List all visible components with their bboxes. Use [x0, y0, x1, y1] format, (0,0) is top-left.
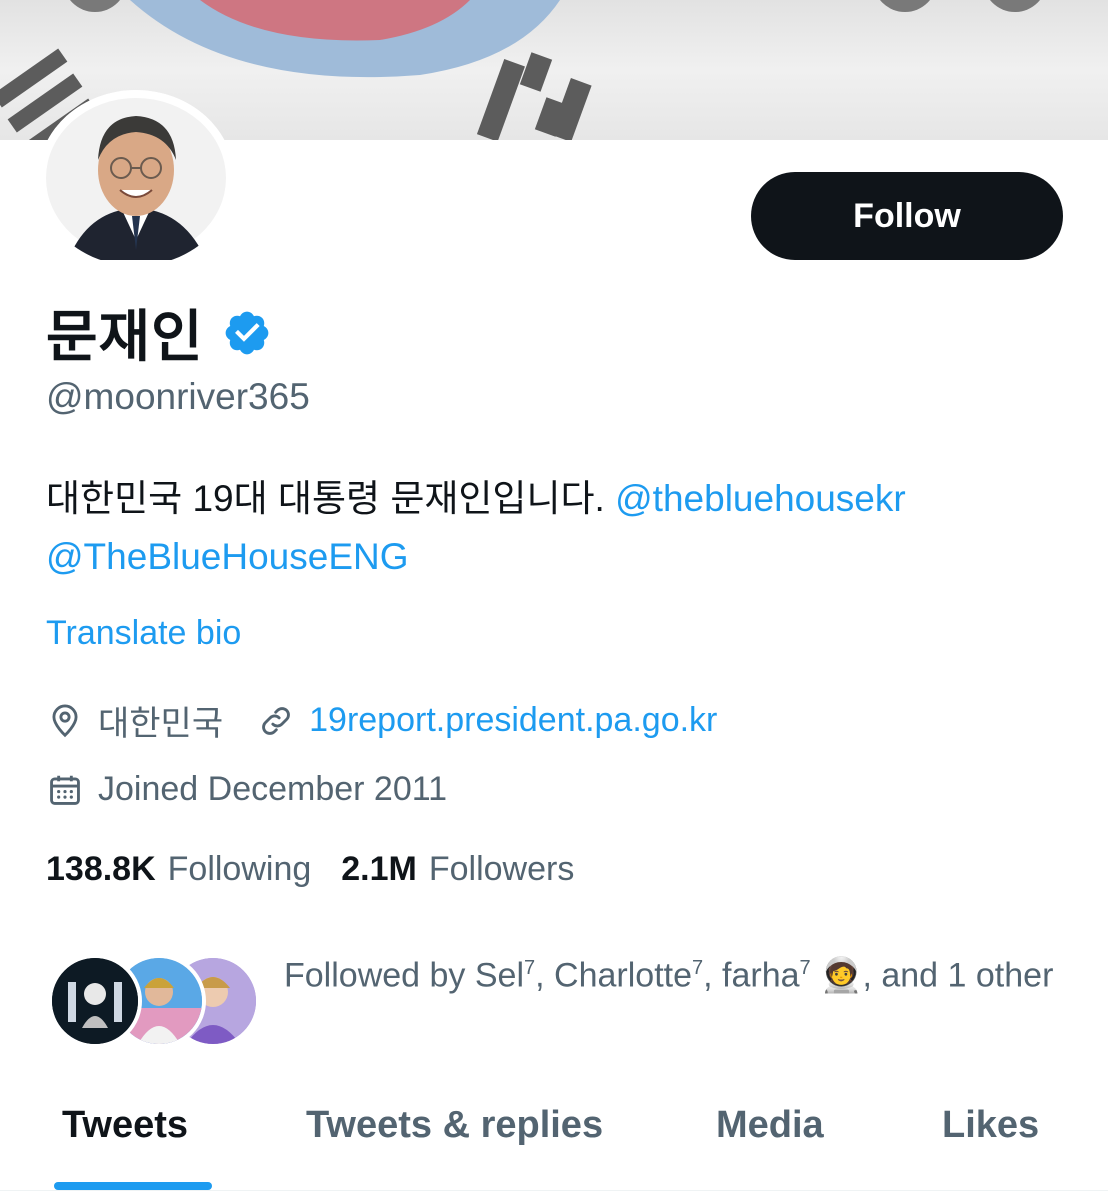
following-label: Following — [167, 850, 312, 888]
followers-link[interactable]: 2.1M Followers — [341, 850, 574, 889]
profile-name-row: 문재인 — [46, 292, 272, 373]
follower-name-superscript: 7 — [524, 957, 536, 979]
display-name: 문재인 — [46, 305, 204, 368]
followed-by-prefix: Followed by — [284, 956, 475, 995]
tab-media[interactable]: Media — [716, 1104, 824, 1147]
avatar-photo-image — [38, 90, 234, 266]
bio-text: 대한민국 19대 대통령 문재인입니다. — [46, 478, 616, 519]
active-tab-indicator — [54, 1182, 212, 1190]
verified-badge-icon[interactable] — [222, 308, 272, 358]
location-text: 대한민국 — [98, 705, 224, 743]
follower-name: Sel — [474, 956, 525, 995]
follower-name-superscript: 7 — [692, 957, 704, 979]
profile-avatar[interactable] — [38, 90, 234, 266]
follow-button[interactable]: Follow — [751, 172, 1063, 260]
following-count: 138.8K — [46, 850, 156, 888]
followed-by-text[interactable]: Followed by Sel7, Charlotte7, farha7 🧑‍🚀… — [284, 942, 1064, 1002]
astronaut-emoji-icon: 🧑‍🚀 — [820, 956, 863, 995]
follower-name: Charlotte — [554, 956, 693, 995]
avatar — [48, 954, 142, 1048]
follow-counts: 138.8K Following 2.1M Followers — [46, 850, 604, 889]
follower-avatar-image — [52, 958, 138, 1044]
followers-count: 2.1M — [341, 850, 417, 888]
tab-tweets[interactable]: Tweets — [62, 1104, 188, 1147]
avatar — [38, 90, 234, 266]
joined-date: Joined December 2011 — [98, 770, 448, 808]
location-pin-icon — [52, 704, 78, 737]
calendar-icon — [50, 775, 80, 805]
tabs-divider — [0, 1190, 1108, 1191]
joined-row: Joined December 2011 — [46, 770, 447, 809]
bio-mention-link[interactable]: @thebluehousekr — [615, 478, 906, 519]
tab-likes[interactable]: Likes — [942, 1104, 1039, 1147]
profile-bio: 대한민국 19대 대통령 문재인입니다. @thebluehousekr @Th… — [46, 470, 1056, 586]
followed-by-suffix: , and 1 other — [862, 956, 1054, 995]
following-link[interactable]: 138.8K Following — [46, 850, 311, 889]
bio-mention-link[interactable]: @TheBlueHouseENG — [46, 536, 409, 577]
link-icon — [262, 706, 290, 735]
tab-tweets-replies[interactable]: Tweets & replies — [306, 1104, 603, 1147]
followers-label: Followers — [428, 850, 575, 888]
website-link[interactable]: 19report.president.pa.go.kr — [309, 701, 717, 740]
follower-name-superscript: 7 — [799, 957, 811, 979]
translate-bio-link[interactable]: Translate bio — [46, 614, 241, 653]
profile-handle: @moonriver365 — [46, 376, 310, 417]
profile-meta-row: 대한민국 19report.president.pa.go.kr — [46, 696, 717, 745]
follower-name: farha — [722, 956, 800, 995]
